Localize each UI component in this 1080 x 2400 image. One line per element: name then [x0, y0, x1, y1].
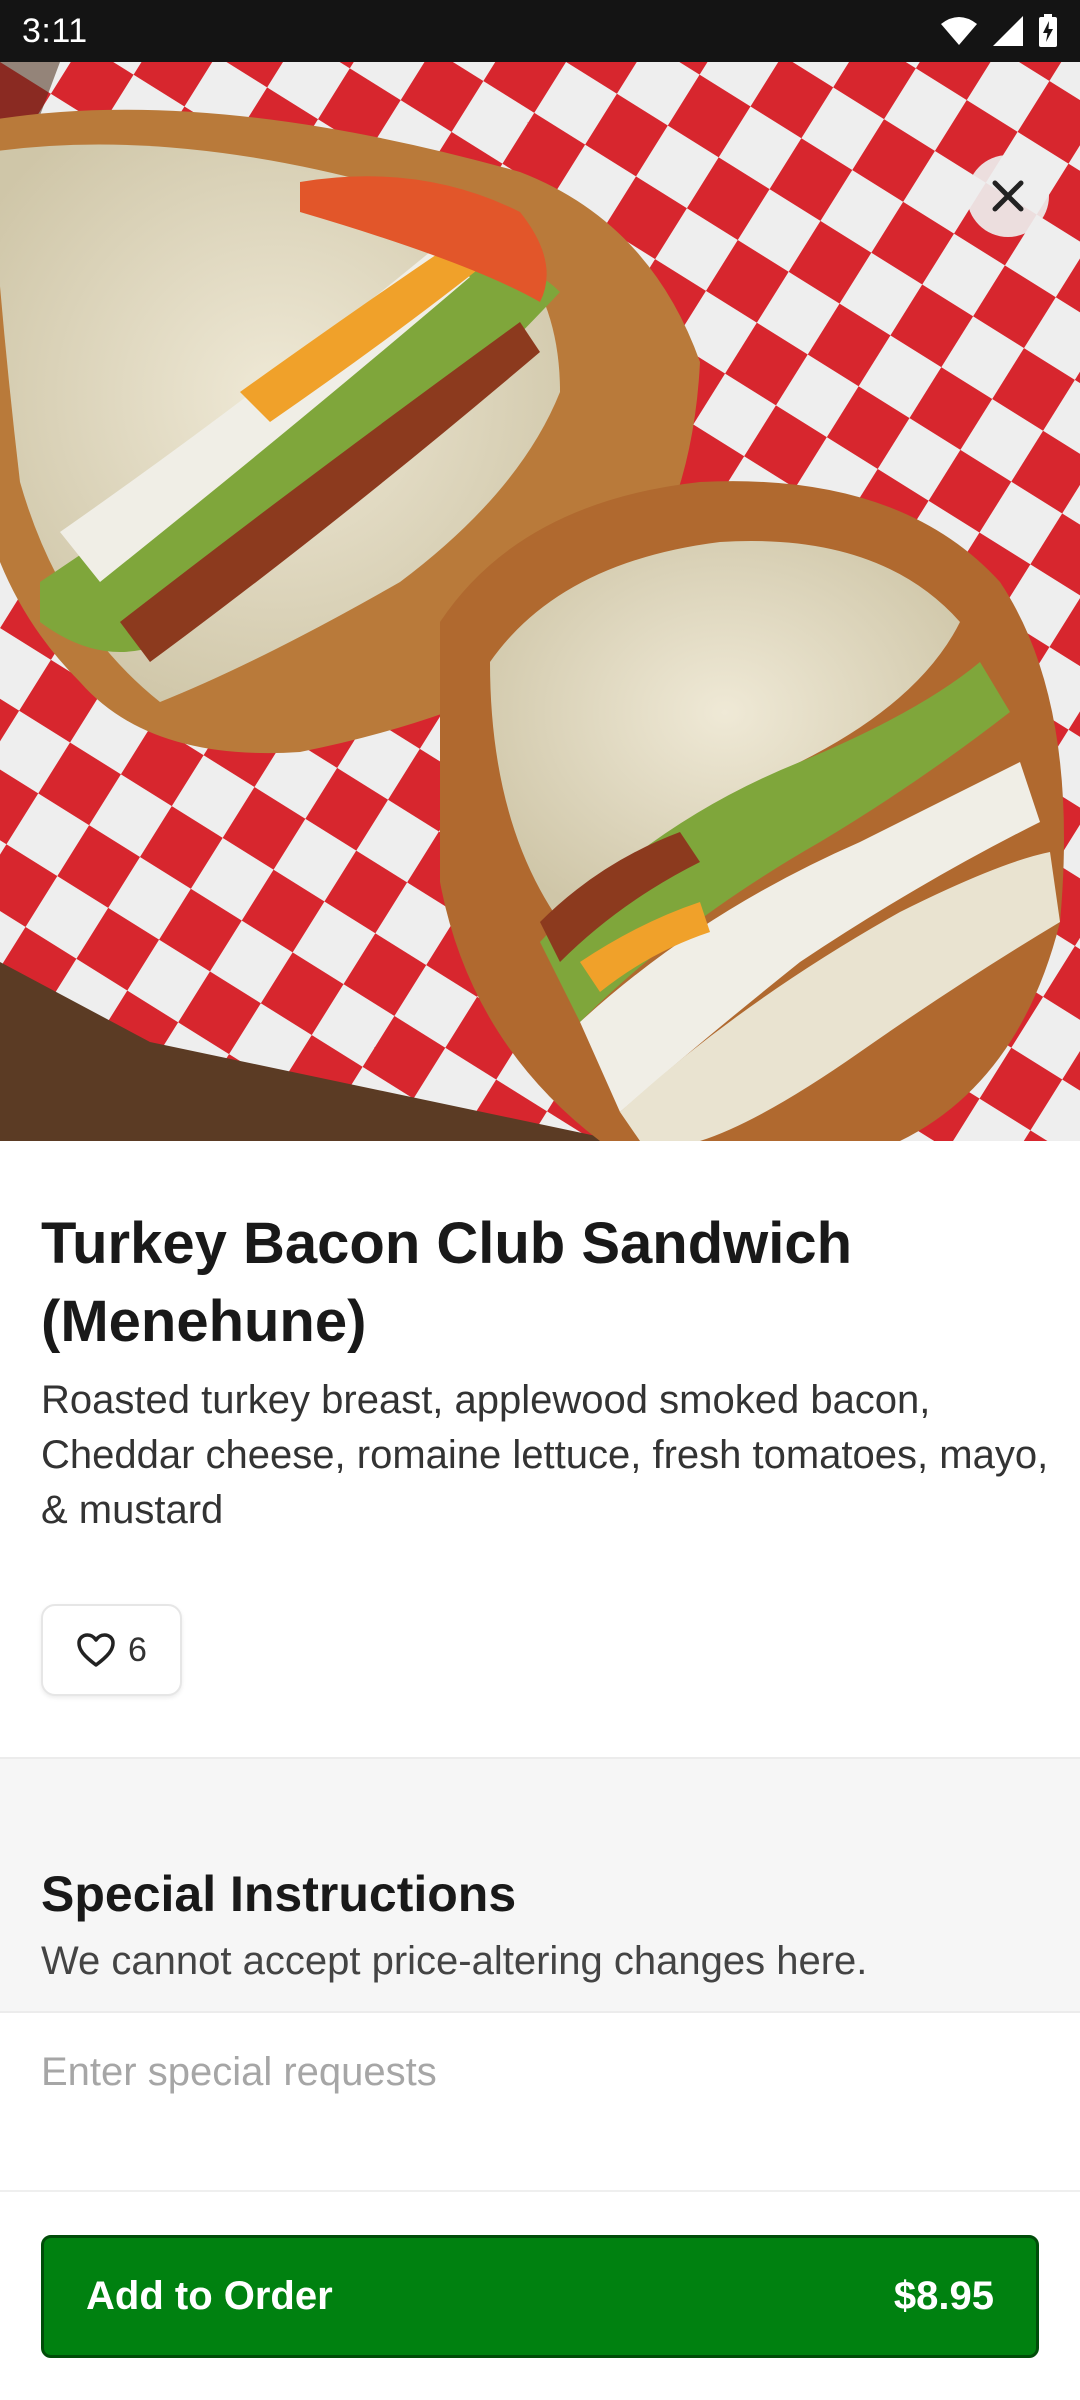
cellular-signal-icon: [993, 16, 1023, 46]
close-button[interactable]: [967, 155, 1049, 237]
add-to-order-label: Add to Order: [86, 2274, 333, 2318]
like-count: 6: [128, 1630, 147, 1669]
like-button[interactable]: 6: [41, 1604, 182, 1696]
battery-charging-icon: [1039, 14, 1057, 47]
status-icons: [940, 14, 1058, 48]
bottom-action-bar: Add to Order $8.95: [0, 2190, 1080, 2400]
add-to-order-button[interactable]: Add to Order $8.95: [41, 2235, 1039, 2358]
wifi-icon: [941, 17, 977, 45]
special-instructions-title: Special Instructions: [41, 1866, 517, 1922]
item-price: $8.95: [893, 2274, 994, 2318]
heart-outline-icon: [77, 1633, 115, 1667]
close-icon: [992, 180, 1024, 212]
item-description: Roasted turkey breast, applewood smoked …: [41, 1378, 1049, 1532]
status-time: 3:11: [22, 11, 88, 50]
special-requests-input[interactable]: [0, 2015, 1080, 2190]
special-instructions-subtitle: We cannot accept price-altering changes …: [41, 1939, 868, 1983]
special-instructions-section: Special Instructions We cannot accept pr…: [0, 1757, 1080, 2013]
sandwich-photo-illustration: [0, 62, 1080, 1141]
status-bar: 3:11: [0, 0, 1080, 62]
item-title: Turkey Bacon Club Sandwich (Menehune): [41, 1211, 853, 1354]
item-photo: [0, 62, 1080, 1141]
